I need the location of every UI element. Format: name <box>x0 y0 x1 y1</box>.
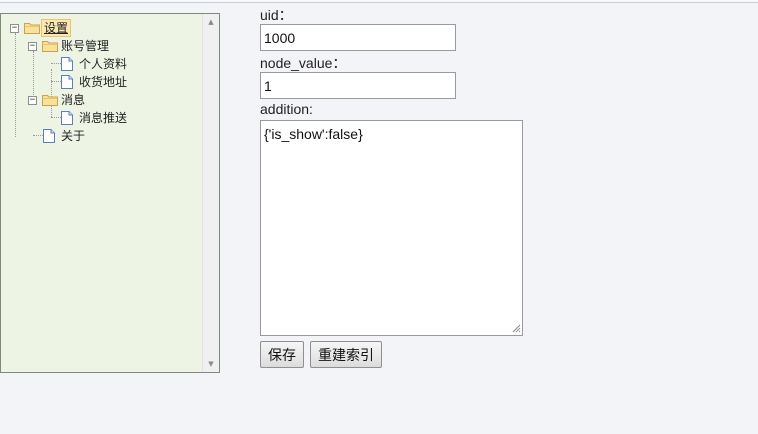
save-button[interactable]: 保存 <box>260 341 304 368</box>
document-icon <box>61 111 73 125</box>
tree-node-label[interactable]: 关于 <box>59 128 87 144</box>
collapse-toggle-icon[interactable]: − <box>10 23 19 33</box>
tree-connector <box>51 63 61 64</box>
tree-node-about[interactable]: 关于 <box>43 127 87 145</box>
collapse-toggle-icon[interactable]: − <box>28 41 37 51</box>
settings-tree-panel[interactable]: − 设置 − 账号管理 个人资料 收货地址 − 消息 消息推送 关于 ▲ ▼ <box>0 13 220 373</box>
folder-open-icon <box>42 40 58 52</box>
tree-node-account[interactable]: − 账号管理 <box>28 37 111 55</box>
tree-node-label[interactable]: 个人资料 <box>77 56 129 72</box>
tree-node-label[interactable]: 消息 <box>59 92 87 108</box>
tree-node-label[interactable]: 消息推送 <box>77 110 129 126</box>
addition-label: addition: <box>260 101 313 117</box>
tree-node-label[interactable]: 设置 <box>41 19 72 37</box>
document-icon <box>43 129 55 143</box>
tree-node-label[interactable]: 收货地址 <box>77 74 129 90</box>
node-value-input[interactable] <box>260 72 456 99</box>
folder-open-icon <box>24 22 40 34</box>
tree-node-messages[interactable]: − 消息 <box>28 91 87 109</box>
scroll-up-icon[interactable]: ▲ <box>203 14 219 30</box>
tree-node-label[interactable]: 账号管理 <box>59 38 111 54</box>
tree-connector <box>51 81 61 82</box>
document-icon <box>61 57 73 71</box>
tree-node-profile[interactable]: 个人资料 <box>61 55 129 73</box>
tree-node-address[interactable]: 收货地址 <box>61 73 129 91</box>
collapse-toggle-icon[interactable]: − <box>28 95 37 105</box>
rebuild-index-button[interactable]: 重建索引 <box>310 341 382 368</box>
addition-textarea[interactable]: {'is_show':false} <box>260 120 523 336</box>
resize-grip-icon[interactable] <box>511 323 521 333</box>
tree-connector <box>15 33 16 137</box>
uid-label: uid： <box>260 7 293 23</box>
tree-node-push[interactable]: 消息推送 <box>61 109 129 127</box>
tree-connector <box>33 135 43 136</box>
node-value-label: node_value： <box>260 55 347 71</box>
document-icon <box>61 75 73 89</box>
top-border <box>0 0 758 3</box>
tree-scrollbar[interactable]: ▲ ▼ <box>202 14 219 372</box>
uid-input[interactable] <box>260 24 456 51</box>
tree-node-settings[interactable]: − 设置 <box>10 19 72 37</box>
scroll-down-icon[interactable]: ▼ <box>203 356 219 372</box>
folder-open-icon <box>42 94 58 106</box>
tree-connector <box>51 117 61 118</box>
